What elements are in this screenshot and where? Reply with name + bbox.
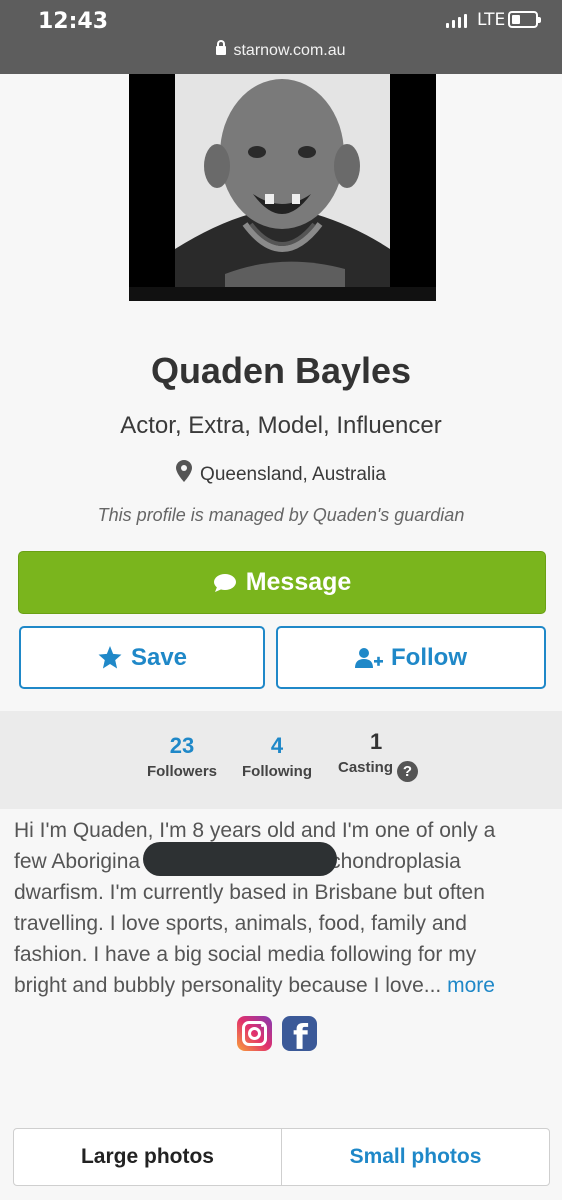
url-text: starnow.com.au bbox=[233, 42, 346, 59]
tab-small-photos[interactable]: Small photos bbox=[282, 1129, 549, 1185]
following-label: Following bbox=[242, 763, 312, 780]
stat-following[interactable]: 4 Following bbox=[237, 733, 317, 780]
lock-icon bbox=[216, 40, 227, 55]
profile-roles: Actor, Extra, Model, Influencer bbox=[120, 412, 442, 439]
bio-line: few Aborigina bbox=[14, 850, 141, 873]
network-type: LTE bbox=[477, 10, 506, 30]
star-icon bbox=[98, 646, 122, 669]
bio-line: chondroplasia bbox=[330, 850, 461, 873]
redaction-bar bbox=[143, 842, 337, 876]
casting-label: Casting bbox=[337, 759, 393, 776]
photo-view-toggle: Large photos Small photos bbox=[13, 1128, 550, 1186]
signal-icon bbox=[446, 14, 467, 28]
read-more-link[interactable]: more bbox=[447, 974, 495, 997]
message-label: Message bbox=[245, 568, 352, 596]
bio-line: travelling. I love sports, animals, food… bbox=[14, 912, 467, 935]
bio-line: dwarfism. I'm currently based in Brisban… bbox=[14, 881, 485, 904]
chat-bubble-icon bbox=[213, 573, 236, 592]
battery-icon bbox=[508, 11, 541, 28]
tab-large-photos[interactable]: Large photos bbox=[14, 1129, 282, 1185]
profile-photo[interactable] bbox=[129, 74, 436, 301]
clock: 12:43 bbox=[38, 9, 109, 34]
bio-line: bright and bubbly personality because I … bbox=[14, 974, 442, 997]
profile-stats: 23 Followers 4 Following 1 Casting? bbox=[0, 711, 562, 809]
following-count: 4 bbox=[270, 733, 284, 758]
profile-name: Quaden Bayles bbox=[150, 350, 412, 391]
location-text: Queensland, Australia bbox=[200, 464, 386, 485]
save-label: Save bbox=[130, 643, 188, 671]
follow-button[interactable]: Follow bbox=[276, 626, 546, 689]
bio-line: fashion. I have a big social media follo… bbox=[14, 943, 477, 966]
address-bar[interactable]: starnow.com.au bbox=[0, 40, 562, 60]
stat-casting: 1 Casting? bbox=[333, 729, 423, 782]
message-button[interactable]: Message bbox=[18, 551, 546, 614]
instagram-icon[interactable] bbox=[237, 1016, 272, 1051]
profile-location: Queensland, Australia bbox=[0, 460, 562, 486]
location-pin-icon bbox=[176, 460, 193, 482]
casting-count: 1 bbox=[370, 729, 383, 754]
save-button[interactable]: Save bbox=[19, 626, 265, 689]
follow-label: Follow bbox=[391, 643, 467, 671]
status-bar: 12:43 LTE starnow.com.au bbox=[0, 0, 562, 74]
facebook-icon[interactable]: f bbox=[282, 1016, 317, 1051]
guardian-note: This profile is managed by Quaden's guar… bbox=[97, 505, 465, 525]
stat-followers[interactable]: 23 Followers bbox=[143, 733, 221, 780]
add-user-icon bbox=[355, 647, 383, 668]
followers-count: 23 bbox=[169, 733, 195, 758]
followers-label: Followers bbox=[146, 763, 217, 780]
help-icon[interactable]: ? bbox=[397, 761, 418, 782]
